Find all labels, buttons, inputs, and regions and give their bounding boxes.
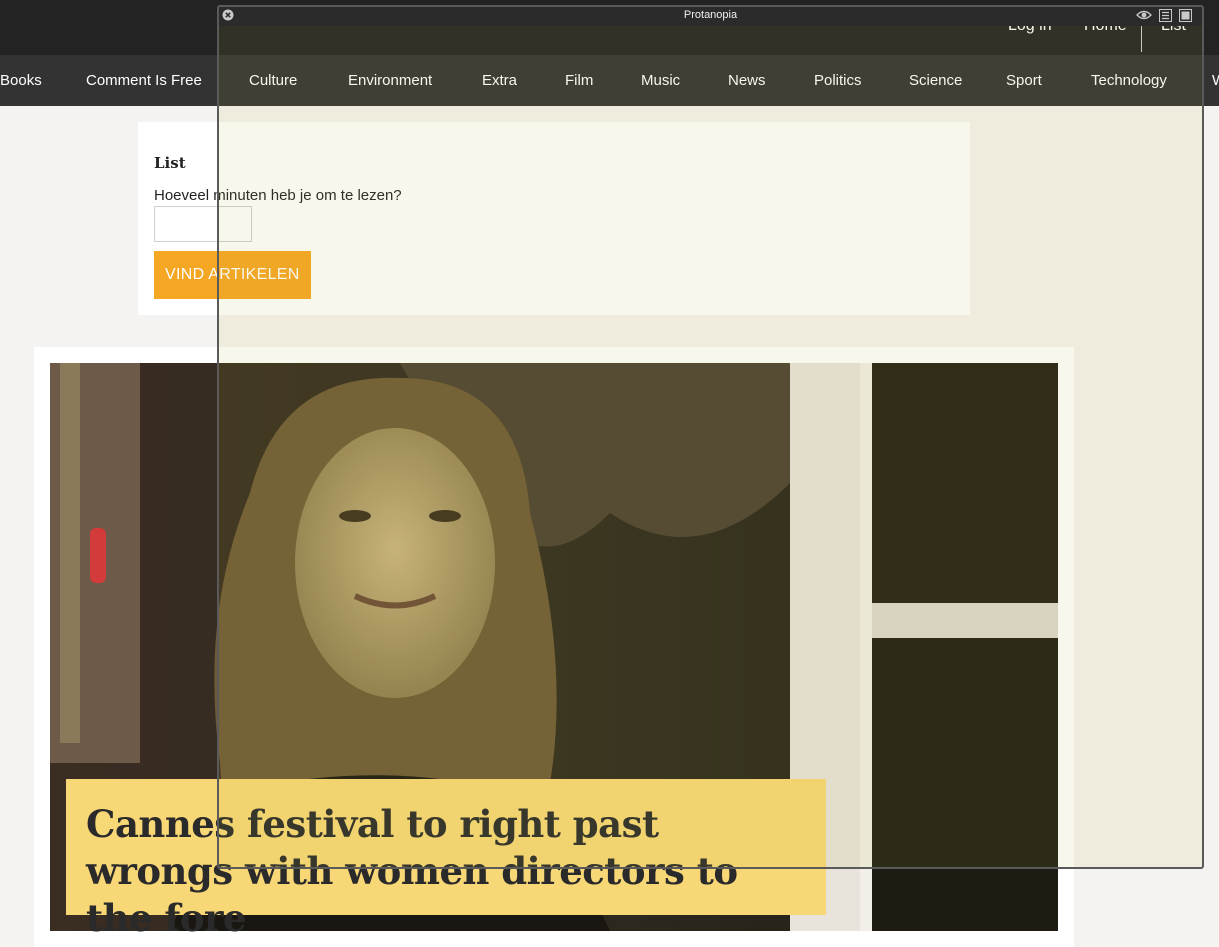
nav-item-environment[interactable]: Environment: [348, 72, 432, 89]
nav-item-culture[interactable]: Culture: [249, 72, 297, 89]
card-title: List: [154, 154, 186, 172]
article-headline[interactable]: Cannes festival to right past wrongs wit…: [86, 801, 806, 942]
nav-item-politics[interactable]: Politics: [814, 72, 862, 89]
minutes-label: Hoeveel minuten heb je om te lezen?: [154, 187, 402, 204]
nav-item-science[interactable]: Science: [909, 72, 962, 89]
nav-item-books[interactable]: Books: [0, 72, 42, 89]
nav-item-extra[interactable]: Extra: [482, 72, 517, 89]
headline-box[interactable]: Cannes festival to right past wrongs wit…: [66, 779, 826, 940]
nav-item-w[interactable]: W: [1212, 72, 1219, 89]
minutes-input[interactable]: [154, 206, 252, 242]
maximize-icon[interactable]: [1179, 9, 1192, 22]
nav-item-technology[interactable]: Technology: [1091, 72, 1167, 89]
protanopia-titlebar[interactable]: Protanopia: [217, 5, 1204, 26]
reading-time-card: List Hoeveel minuten heb je om te lezen?…: [138, 122, 970, 315]
nav-item-news[interactable]: News: [728, 72, 766, 89]
eye-icon[interactable]: [1136, 9, 1152, 21]
nav-item-music[interactable]: Music: [641, 72, 680, 89]
nav-item-comment-is-free[interactable]: Comment Is Free: [86, 72, 202, 89]
nav-item-film[interactable]: Film: [565, 72, 593, 89]
category-nav: Books Comment Is Free Culture Environmen…: [0, 55, 1219, 106]
list-icon[interactable]: [1159, 9, 1172, 22]
find-articles-button[interactable]: VIND ARTIKELEN: [154, 251, 311, 299]
protanopia-title: Protanopia: [683, 9, 738, 21]
nav-item-sport[interactable]: Sport: [1006, 72, 1042, 89]
